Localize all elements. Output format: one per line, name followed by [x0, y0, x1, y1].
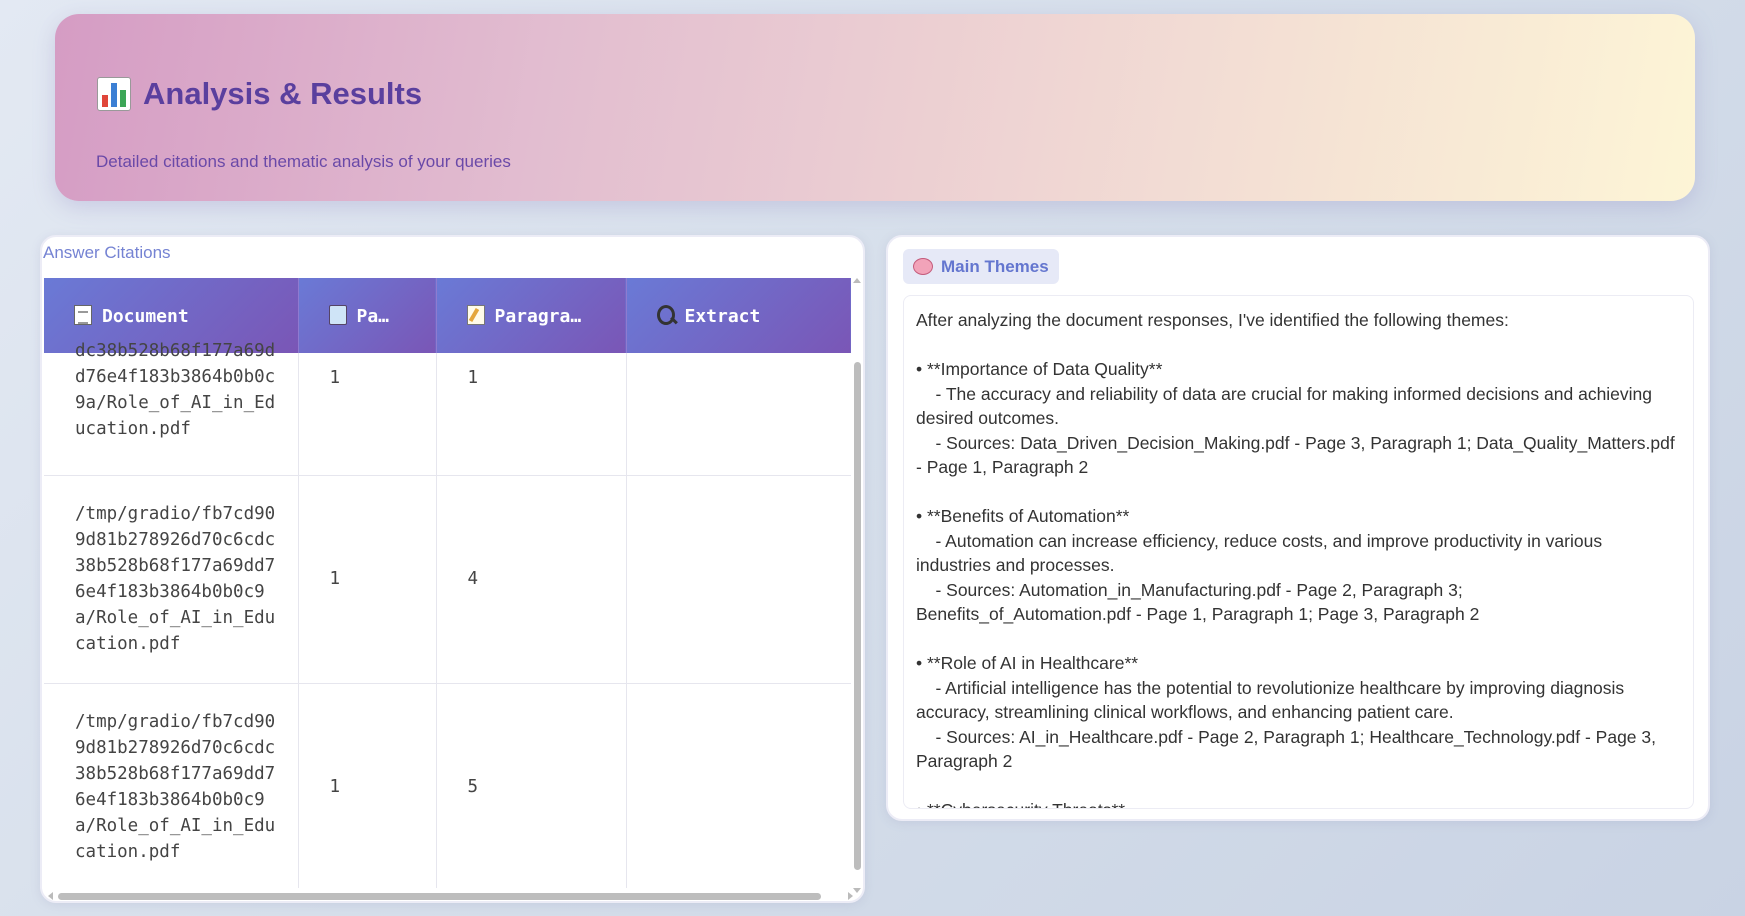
citations-label: Answer Citations — [43, 243, 171, 262]
vertical-scroll-thumb[interactable] — [854, 362, 861, 870]
cell-page[interactable]: 1 — [298, 475, 437, 684]
page-title: Analysis & Results — [97, 76, 422, 112]
memo-icon — [466, 304, 485, 325]
cell-extract[interactable] — [626, 475, 851, 684]
cell-document[interactable]: dc38b528b68f177a69dd76e4f183b3864b0b0c9a… — [44, 341, 299, 476]
citations-table-wrapper[interactable]: Document Pa… Paragra… Extract dc38b528b6… — [44, 278, 851, 888]
magnifier-icon — [656, 304, 675, 325]
themes-panel: Main Themes After analyzing the document… — [886, 235, 1710, 821]
vertical-scrollbar[interactable] — [852, 278, 862, 893]
scroll-down-arrow-icon[interactable] — [853, 888, 861, 893]
page-subtitle: Detailed citations and thematic analysis… — [96, 152, 511, 171]
cell-page[interactable]: 1 — [298, 683, 437, 888]
column-header-paragraph[interactable]: Paragra… — [436, 278, 627, 353]
cell-document[interactable]: /tmp/gradio/fb7cd909d81b278926d70c6cdc38… — [44, 475, 299, 684]
main-themes-label: Main Themes — [903, 249, 1059, 284]
column-header-page[interactable]: Pa… — [298, 278, 437, 353]
table-row[interactable]: /tmp/gradio/fb7cd909d81b278926d70c6cdc38… — [44, 683, 851, 888]
themes-textbox[interactable]: After analyzing the document responses, … — [903, 295, 1694, 809]
cell-paragraph[interactable]: 1 — [436, 353, 627, 476]
themes-text: After analyzing the document responses, … — [916, 310, 1675, 808]
book-icon — [328, 304, 347, 325]
cell-extract[interactable] — [626, 683, 851, 888]
results-header: Analysis & Results Detailed citations an… — [55, 14, 1695, 201]
citations-panel: Answer Citations Document Pa… Paragra… E… — [40, 235, 865, 903]
page-title-text: Analysis & Results — [143, 76, 423, 111]
column-header-extract[interactable]: Extract — [626, 278, 851, 353]
document-icon — [74, 304, 92, 325]
cell-document[interactable]: /tmp/gradio/fb7cd909d81b278926d70c6cdc38… — [44, 683, 299, 888]
cell-page[interactable]: 1 — [298, 353, 437, 476]
horizontal-scrollbar[interactable] — [46, 891, 853, 901]
scroll-right-arrow-icon[interactable] — [848, 892, 853, 900]
table-row[interactable]: dc38b528b68f177a69dd76e4f183b3864b0b0c9a… — [44, 341, 851, 476]
scroll-up-arrow-icon[interactable] — [853, 278, 861, 283]
table-row[interactable]: /tmp/gradio/fb7cd909d81b278926d70c6cdc38… — [44, 475, 851, 684]
brain-icon — [913, 258, 933, 275]
horizontal-scroll-thumb[interactable] — [58, 893, 821, 900]
bar-chart-icon — [97, 77, 131, 111]
scroll-left-arrow-icon[interactable] — [48, 892, 53, 900]
cell-paragraph[interactable]: 4 — [436, 475, 627, 684]
cell-paragraph[interactable]: 5 — [436, 683, 627, 888]
cell-extract[interactable] — [626, 353, 851, 476]
citations-table: Document Pa… Paragra… Extract dc38b528b6… — [44, 278, 851, 888]
